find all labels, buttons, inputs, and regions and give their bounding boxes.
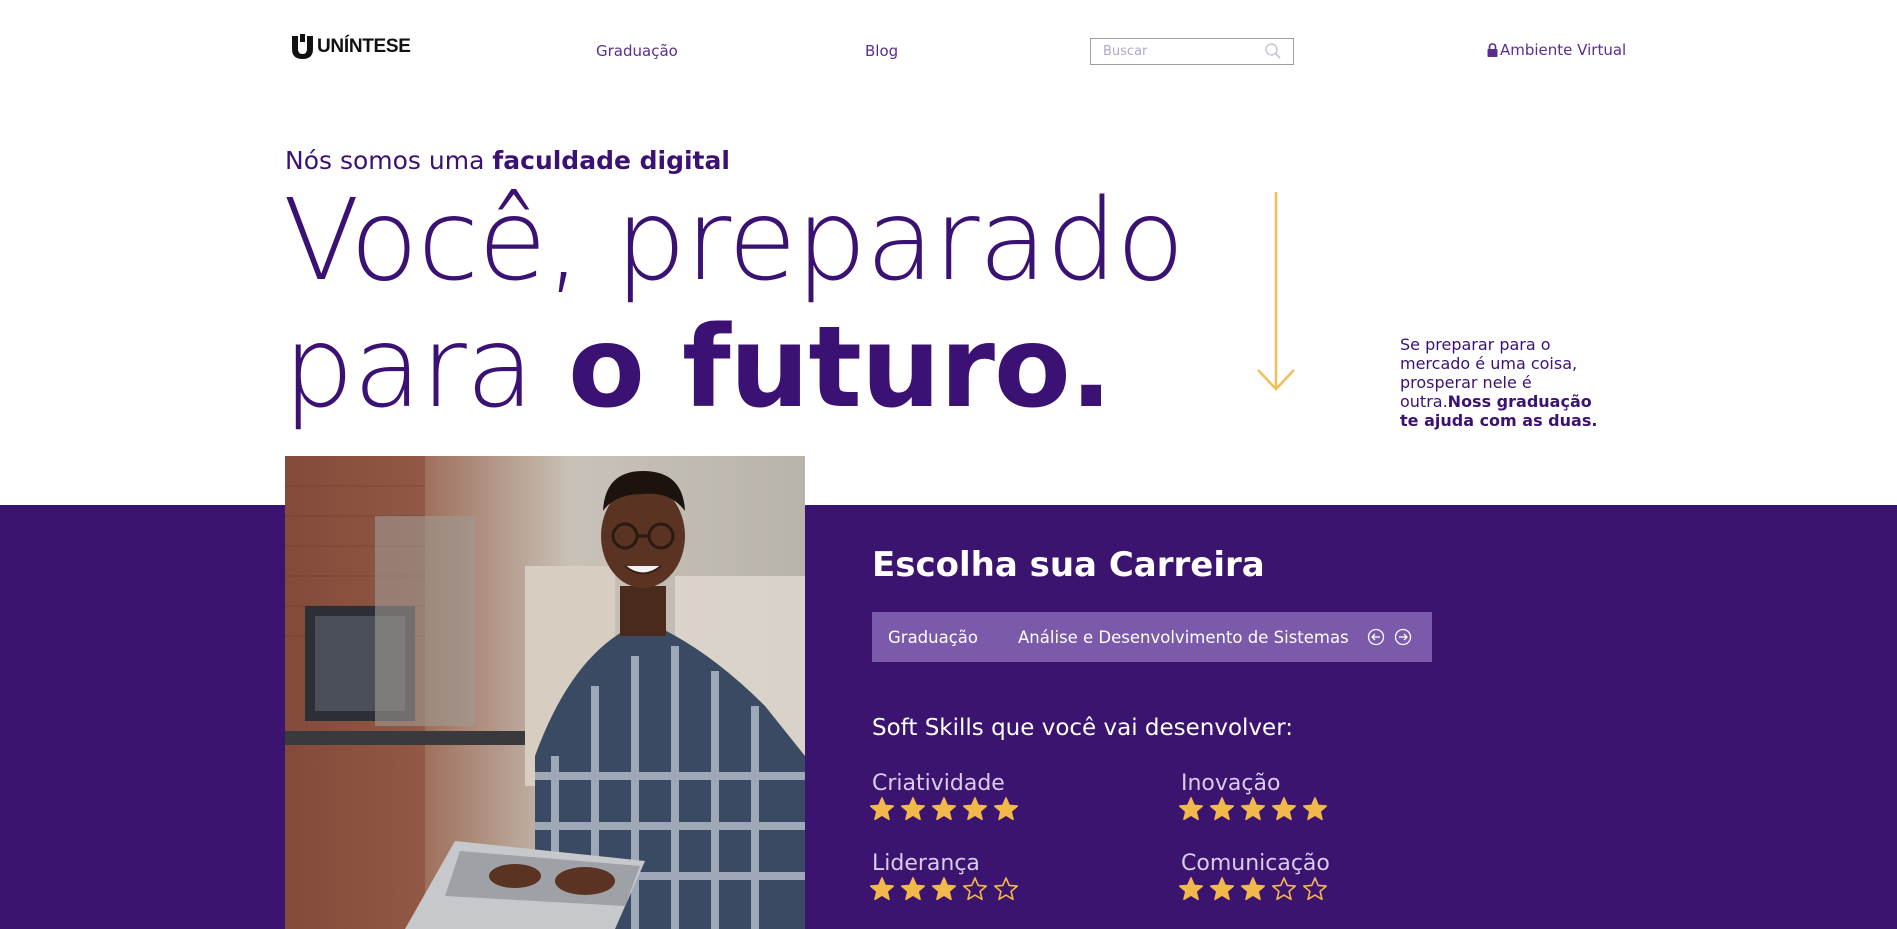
- nav-graduacao[interactable]: Graduação: [596, 42, 678, 60]
- star-filled-icon: [931, 797, 957, 821]
- logo[interactable]: UNÍNTESE: [290, 34, 411, 60]
- star-filled-icon: [869, 797, 895, 821]
- star-filled-icon: [1178, 877, 1204, 901]
- skill-name: Liderança: [872, 851, 980, 876]
- logo-text: UNÍNTESE: [317, 36, 411, 57]
- logo-icon: [292, 34, 313, 59]
- star-rating: [869, 796, 1019, 822]
- hero-headline-line2-plain: para: [283, 303, 569, 433]
- career-title: Escolha sua Carreira: [872, 545, 1265, 585]
- star-empty-icon: [962, 877, 988, 901]
- site-header: UNÍNTESE Graduação Blog Ambiente Virtual: [0, 0, 1897, 100]
- hero-subtitle-plain: Nós somos uma: [285, 146, 493, 175]
- career-arrows: [1367, 628, 1412, 646]
- star-filled-icon: [1209, 877, 1235, 901]
- star-rating: [1178, 796, 1328, 822]
- nav-blog[interactable]: Blog: [865, 42, 898, 60]
- career-course-name[interactable]: Análise e Desenvolvimento de Sistemas: [1018, 628, 1349, 647]
- career-selector: Graduação Análise e Desenvolvimento de S…: [872, 612, 1432, 662]
- skill-name: Comunicação: [1181, 851, 1330, 876]
- star-filled-icon: [900, 797, 926, 821]
- star-filled-icon: [1209, 797, 1235, 821]
- hero-subtitle: Nós somos uma faculdade digital: [285, 146, 730, 175]
- hero-headline-line2-bold: o futuro.: [568, 303, 1112, 433]
- search-input[interactable]: [1091, 39, 1251, 64]
- hero-headline-line1: Você, preparado: [283, 176, 1185, 306]
- star-filled-icon: [1240, 877, 1266, 901]
- student-photo-illustration: [285, 456, 805, 929]
- skill-inovacao: Inovação: [1178, 771, 1328, 822]
- star-filled-icon: [1302, 797, 1328, 821]
- arrow-right-circle-icon[interactable]: [1394, 628, 1412, 646]
- star-filled-icon: [993, 797, 1019, 821]
- search-box[interactable]: [1090, 38, 1294, 65]
- star-rating: [869, 876, 1019, 902]
- star-filled-icon: [869, 877, 895, 901]
- lock-icon: [1487, 43, 1498, 57]
- star-filled-icon: [931, 877, 957, 901]
- star-empty-icon: [1302, 877, 1328, 901]
- student-photo: [285, 456, 805, 929]
- hero-side-text: Se preparar para o mercado é uma coisa, …: [1400, 335, 1610, 430]
- star-empty-icon: [1271, 877, 1297, 901]
- skills-title: Soft Skills que você vai desenvolver:: [872, 715, 1294, 741]
- star-filled-icon: [1271, 797, 1297, 821]
- star-filled-icon: [962, 797, 988, 821]
- arrow-left-circle-icon[interactable]: [1367, 628, 1385, 646]
- skill-criatividade: Criatividade: [869, 771, 1019, 822]
- ambiente-virtual-label: Ambiente Virtual: [1500, 41, 1627, 59]
- skill-lideranca: Liderança: [869, 851, 1019, 902]
- skill-comunicacao: Comunicação: [1178, 851, 1330, 902]
- hero-subtitle-bold: faculdade digital: [492, 146, 730, 175]
- star-filled-icon: [1240, 797, 1266, 821]
- skill-name: Criatividade: [872, 771, 1005, 796]
- star-empty-icon: [993, 877, 1019, 901]
- search-icon[interactable]: [1264, 42, 1282, 60]
- skill-name: Inovação: [1181, 771, 1281, 796]
- hero-headline-line2: para o futuro.: [283, 303, 1112, 433]
- star-filled-icon: [900, 877, 926, 901]
- ambiente-virtual-link[interactable]: Ambiente Virtual: [1487, 41, 1626, 59]
- star-rating: [1178, 876, 1330, 902]
- career-tab-graduacao[interactable]: Graduação: [888, 628, 978, 647]
- star-filled-icon: [1178, 797, 1204, 821]
- arrow-down-icon: [1257, 192, 1295, 391]
